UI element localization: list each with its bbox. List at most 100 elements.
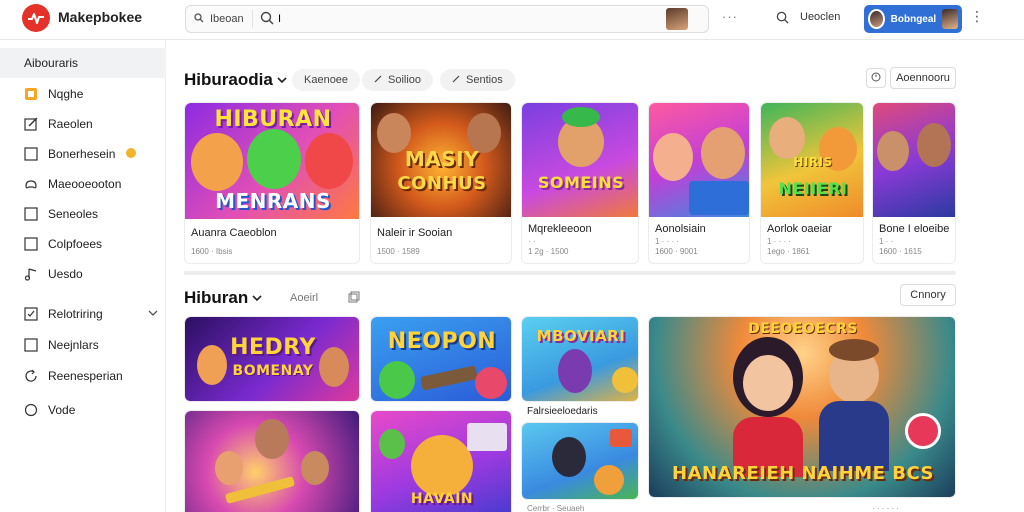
card-title: Falrsieeloedaris [527,406,598,417]
sidebar-item-label: Vode [48,403,76,417]
game-thumbnail [873,103,955,217]
sidebar-item-4[interactable]: Maeooeooton [24,174,158,194]
card-meta: Cerrbr · Seuaeh [527,504,585,512]
sidebar: Aibouraris Nqghe Raeolen Bonerhesein Mae… [0,40,166,512]
card-title: Bone I eloeibe [879,223,950,235]
sidebar-item-8[interactable]: Relotriring [24,304,158,324]
search-scope[interactable]: Ibeoan [186,6,250,32]
chevron-down-icon [252,288,262,308]
sidebar-item-1[interactable]: Nqghe [24,84,158,104]
arrow-icon [452,74,460,86]
sidebar-item-label: Uesdo [48,267,83,281]
game-card[interactable]: HAVAIN [370,410,512,512]
top-bar: Makepbokee Ibeoan ··· Ueoclen Bobngeal [0,0,1024,40]
card-meta: 1 · · · · 1ego · 1861 [767,237,810,256]
sidebar-item-11[interactable]: Vode [24,400,158,420]
card-title: Auanra Caeoblon [191,227,277,239]
filter-pill-1[interactable]: Kaenoee [292,69,361,91]
game-thumbnail: HAVAIN [371,411,511,512]
section-title-text: Hiburan [184,288,249,307]
avatar [868,9,885,29]
info-button[interactable] [866,68,886,88]
card-title: Aonolsiain [655,223,706,235]
checklist-icon [24,307,38,321]
game-card[interactable]: NEOPON [370,316,512,402]
thumbnail-art-text: SOMEINS [537,173,625,192]
card-title: Naleir ir Sooian [377,227,453,239]
card-meta: 1 · · · · 1600 · 9001 [655,237,698,256]
section-title[interactable]: Hiburan [184,288,262,308]
sidebar-item-10[interactable]: Reenesperian [24,366,158,386]
game-card[interactable]: SOMEINS Mqrekleeoon · · 1 2g · 1500 [521,102,639,264]
game-thumbnail: MASIY CONHUS [371,103,511,217]
kebab-menu-icon[interactable]: ⋮ [970,8,984,25]
sidebar-item-label: Seneoles [48,207,99,221]
sidebar-item-label: Reenesperian [48,369,123,383]
card-meta: 1500 · 1589 [377,247,420,256]
avatar [942,9,958,29]
search-avatar[interactable] [666,8,688,30]
user-link[interactable]: Ueoclen [800,11,840,23]
game-card[interactable]: Bone I eloeibe 1 · · 1600 · 1615 [872,102,956,264]
logo-icon[interactable] [22,4,50,32]
section-title-text: Hiburaodia [184,70,273,89]
edit-icon [24,117,38,131]
profile-button[interactable]: Bobngeal [864,5,962,33]
sidebar-item-3[interactable]: Bonerhesein [24,144,158,164]
sidebar-item-9[interactable]: Neejnlars [24,335,158,355]
sidebar-item-label: Relotriring [48,307,103,321]
filter-pill-2[interactable]: Soilioo [362,69,434,91]
search-scope-icon [194,12,204,26]
sidebar-heading[interactable]: Aibouraris [0,48,166,78]
more-options-icon[interactable]: ··· [722,9,738,24]
section-title[interactable]: Hiburaodia [184,70,287,90]
pill-label: Kaenoee [304,74,349,86]
section-filter-text[interactable]: Aoeirl [290,292,318,304]
search-icon [260,11,274,30]
thumbnail-art-text: MENRANS [215,189,331,213]
game-card[interactable]: HIBURAN MENRANS Auanra Caeoblon 1600 · I… [184,102,360,264]
thumbnail-art-text: BOMENAY [232,363,314,379]
game-card[interactable]: HEDRY BOMENAY [184,316,360,402]
game-card[interactable] [521,422,639,500]
thumbnail-art-text: MBOVIARI [536,327,626,345]
game-card[interactable]: Aonolsiain 1 · · · · 1600 · 9001 [648,102,750,264]
section-action-button[interactable]: Aoennooru [890,67,956,89]
game-card[interactable]: HIRIS NEIIERI Aorlok oaeiar 1 · · · · 1e… [760,102,864,264]
search-divider [252,10,253,28]
game-thumbnail: HEDRY BOMENAY [185,317,359,401]
game-card[interactable] [184,410,360,512]
thumbnail-art-text: HEDRY [230,335,316,360]
search-input[interactable] [278,8,658,30]
game-thumbnail [185,411,359,512]
game-thumbnail: HIRIS NEIIERI [761,103,863,217]
square-icon [24,338,38,352]
clock-icon [871,69,881,87]
chevron-down-icon [277,70,287,90]
square-icon [24,147,38,161]
search-icon[interactable] [776,11,789,29]
section-divider [184,271,956,275]
chevron-down-icon[interactable] [148,307,158,321]
square-icon [24,237,38,251]
card-meta: 1 · · 1600 · 1615 [879,237,922,256]
copy-icon[interactable] [348,290,360,308]
circle-icon [24,403,38,417]
section-action-button[interactable]: Cnnory [900,284,956,306]
featured-game-card[interactable]: DEEOEOECRS HANAREIEH NAIHME BCS [648,316,956,498]
game-card[interactable]: MBOVIARI [521,316,639,402]
sidebar-item-6[interactable]: Colpfoees [24,234,158,254]
sidebar-item-5[interactable]: Seneoles [24,204,158,224]
app-window: Makepbokee Ibeoan ··· Ueoclen Bobngeal [0,0,1024,512]
filter-pill-3[interactable]: Sentios [440,69,515,91]
sidebar-item-7[interactable]: Uesdo [24,264,158,284]
game-thumbnail: DEEOEOECRS HANAREIEH NAIHME BCS [649,317,955,497]
card-meta: 1600 · Ibsis [191,247,233,256]
thumbnail-art-text: HIBURAN [214,107,332,132]
game-card[interactable]: MASIY CONHUS Naleir ir Sooian 1500 · 158… [370,102,512,264]
sidebar-item-2[interactable]: Raeolen [24,114,158,134]
thumbnail-art-text: HANAREIEH NAIHME BCS [672,463,934,484]
search-bar: Ibeoan [185,5,709,33]
sidebar-item-label: Neejnlars [48,338,99,352]
brand-name: Makepbokee [58,9,143,25]
